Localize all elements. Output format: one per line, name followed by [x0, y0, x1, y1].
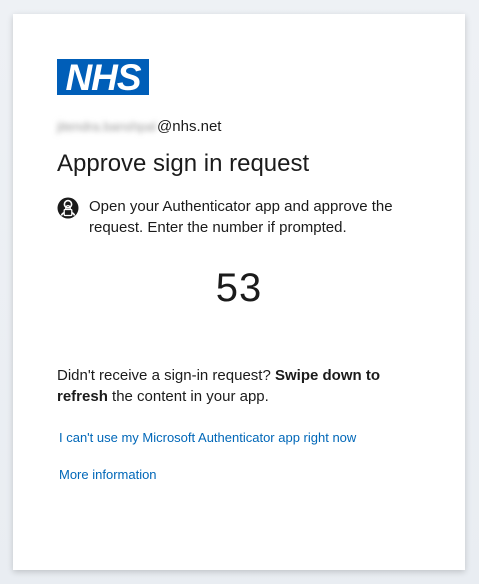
- account-identity: jitendra.banshpal @nhs.net: [57, 118, 221, 135]
- verification-number: 53: [215, 266, 263, 310]
- nhs-logo: NHS: [57, 59, 149, 95]
- authenticator-lock-icon: [57, 197, 79, 219]
- more-information-link[interactable]: More information: [59, 467, 157, 482]
- authenticator-notice: Open your Authenticator app and approve …: [57, 196, 417, 238]
- nhs-logo-text: NHS: [65, 59, 141, 95]
- help-suffix: the content in your app.: [112, 388, 269, 405]
- notice-text: Open your Authenticator app and approve …: [89, 198, 393, 236]
- cant-use-authenticator-link[interactable]: I can't use my Microsoft Authenticator a…: [59, 430, 356, 445]
- help-prefix: Didn't receive a sign-in request?: [57, 367, 271, 384]
- page-title: Approve sign in request: [57, 150, 310, 177]
- sign-in-card: NHS jitendra.banshpal @nhs.net Approve s…: [13, 14, 465, 570]
- username-obscured: jitendra.banshpal: [57, 119, 157, 134]
- help-text: Didn't receive a sign-in request? Swipe …: [57, 365, 417, 407]
- username-domain: @nhs.net: [157, 118, 222, 135]
